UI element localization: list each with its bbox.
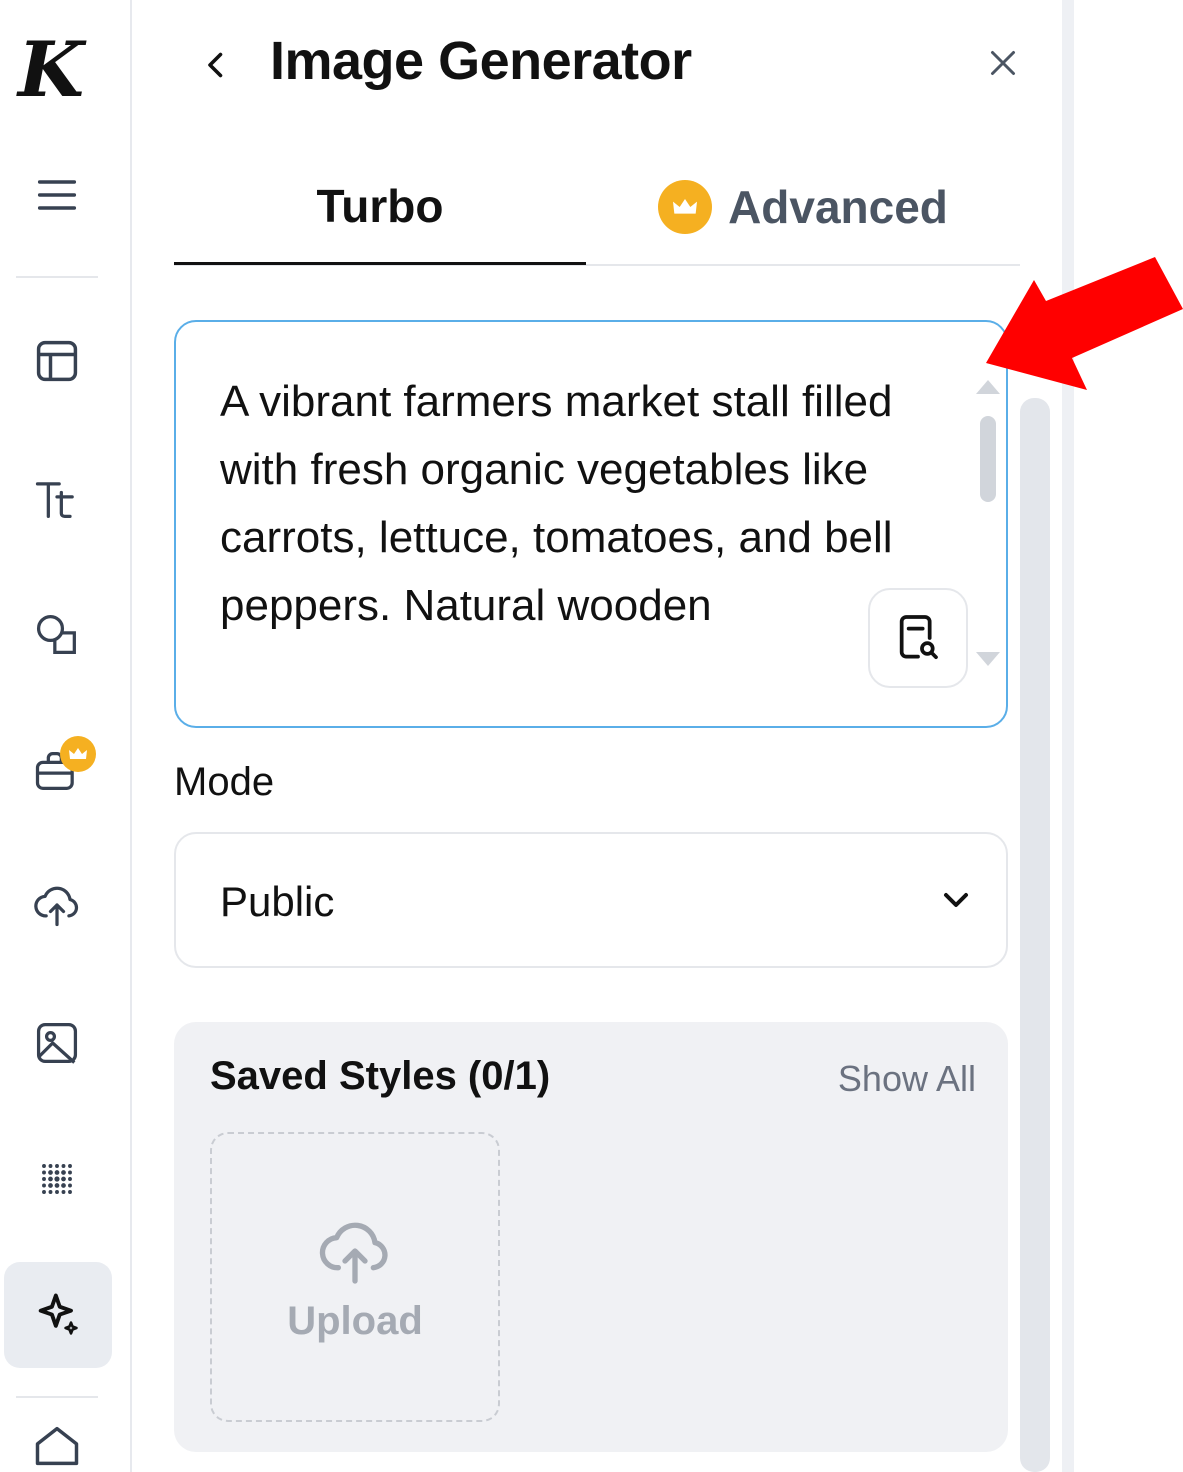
- tab-turbo[interactable]: Turbo: [174, 150, 586, 265]
- mode-tabs: Turbo Advanced: [174, 150, 1020, 266]
- rail-divider: [16, 276, 98, 278]
- app-window: K Image Generator Turbo Advanced A vibra…: [0, 0, 1183, 1472]
- back-button[interactable]: [194, 38, 238, 92]
- home-icon: [35, 1426, 79, 1466]
- tab-advanced[interactable]: Advanced: [586, 150, 1020, 264]
- menu-button[interactable]: [14, 152, 100, 238]
- document-search-icon: [899, 615, 938, 659]
- prompt-scrollbar-thumb[interactable]: [980, 416, 996, 502]
- panel-scrollbar[interactable]: [1020, 398, 1050, 1472]
- menu-icon: [37, 180, 77, 210]
- premium-badge: [60, 736, 96, 772]
- rail-item-patterns[interactable]: [14, 1136, 100, 1222]
- annotation-arrow-icon: [986, 257, 1183, 390]
- close-button[interactable]: [980, 40, 1026, 86]
- close-icon: [991, 51, 1015, 75]
- prompt-textarea[interactable]: A vibrant farmers market stall filled wi…: [174, 320, 1008, 728]
- image-generator-panel: Image Generator Turbo Advanced A vibrant…: [134, 0, 1062, 1472]
- chevron-down-icon: [944, 893, 968, 907]
- panel-edge: [1062, 0, 1074, 1472]
- mode-selected-value: Public: [220, 878, 335, 925]
- rail-divider-bottom: [16, 1396, 98, 1398]
- dots-grid-icon: [42, 1164, 72, 1194]
- rail-item-templates[interactable]: [14, 318, 100, 404]
- rail-item-home[interactable]: [14, 1420, 100, 1472]
- image-icon: [36, 1022, 78, 1064]
- tab-turbo-label: Turbo: [316, 180, 444, 232]
- upload-cloud-icon: [319, 1222, 388, 1284]
- sparkle-icon: [38, 1293, 78, 1335]
- mode-select[interactable]: Public: [174, 832, 1008, 968]
- show-all-link[interactable]: Show All: [838, 1058, 976, 1100]
- prompt-inspect-button[interactable]: [868, 588, 968, 688]
- rail-item-images[interactable]: [14, 1000, 100, 1086]
- rail-item-elements[interactable]: [14, 592, 100, 678]
- crown-icon: [658, 180, 713, 234]
- mode-label: Mode: [174, 760, 275, 804]
- upload-cloud-icon: [34, 886, 79, 927]
- panel-title: Image Generator: [270, 31, 692, 91]
- panel-header: Image Generator: [134, 0, 1062, 130]
- chevron-left-icon: [208, 52, 223, 78]
- upload-label: Upload: [287, 1298, 423, 1343]
- shapes-icon: [36, 614, 76, 654]
- crown-icon: [69, 748, 87, 759]
- left-rail: K: [0, 0, 132, 1472]
- saved-styles-card: Saved Styles (0/1) Show All Upload: [174, 1022, 1008, 1452]
- upload-style-button[interactable]: Upload: [210, 1132, 500, 1422]
- rail-item-uploads[interactable]: [14, 862, 100, 948]
- text-icon: [35, 482, 74, 518]
- app-logo[interactable]: K: [18, 28, 102, 112]
- rail-item-text[interactable]: [14, 456, 100, 542]
- rail-item-tools[interactable]: [14, 728, 100, 814]
- rail-item-ai-generator[interactable]: [4, 1262, 112, 1368]
- prompt-text[interactable]: A vibrant farmers market stall filled wi…: [220, 368, 920, 640]
- saved-styles-title: Saved Styles (0/1): [210, 1054, 551, 1098]
- tab-advanced-label: Advanced: [728, 181, 948, 233]
- layout-icon: [36, 340, 78, 382]
- prompt-scroll-down-arrow[interactable]: [976, 652, 1000, 666]
